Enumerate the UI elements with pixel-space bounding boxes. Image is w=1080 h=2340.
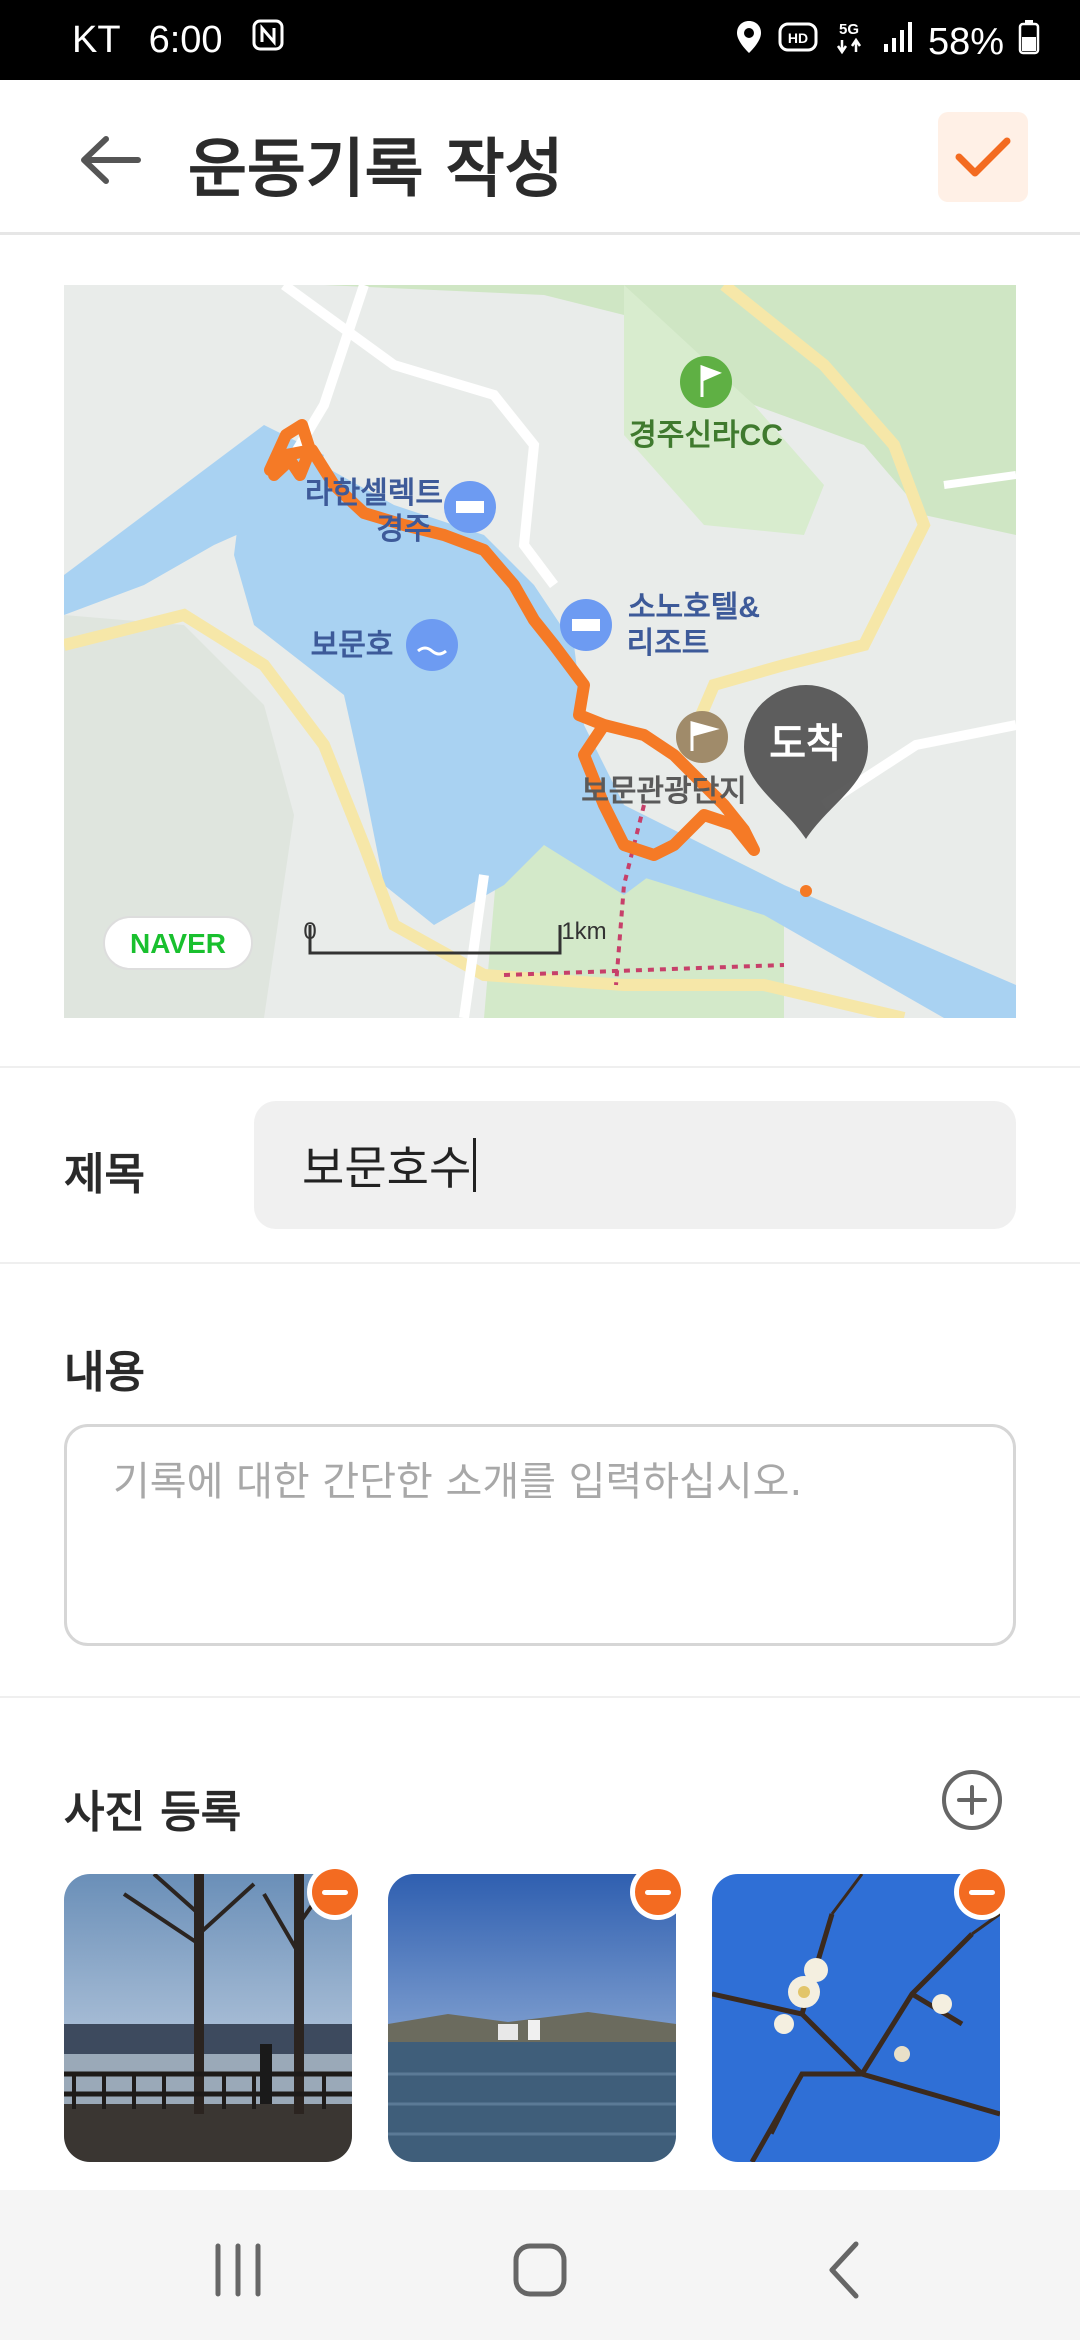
recent-apps-button[interactable] [178, 2230, 298, 2310]
nfc-icon [251, 18, 285, 62]
remove-photo-3-button[interactable] [954, 1864, 1010, 1920]
map-label-hotel2-line2: 리조트 [627, 627, 710, 660]
title-label: 제목 [64, 1149, 145, 1200]
divider [0, 1696, 1080, 1698]
check-icon [955, 137, 1011, 177]
clock: 6:00 [148, 18, 223, 61]
content-placeholder: 기록에 대한 간단한 소개를 입력하십시오. [113, 1459, 803, 1505]
route-map[interactable]: 경주신라CC 라한셀렉트 경주 소노호텔& 리조트 보문호 보문관광단지 도착 … [64, 285, 1016, 1018]
map-label-hotel2-line1: 소노호텔& [628, 591, 760, 624]
signal-icon [880, 20, 914, 64]
location-icon [734, 19, 764, 65]
scale-start: 0 [303, 918, 316, 945]
remove-photo-2-button[interactable] [630, 1864, 686, 1920]
map-label-hotel1-line2: 경주 [376, 513, 431, 546]
hd-icon: HD [778, 20, 818, 64]
content-textarea[interactable]: 기록에 대한 간단한 소개를 입력하십시오. [64, 1424, 1016, 1646]
recent-apps-icon [215, 2243, 261, 2297]
arrival-marker-label: 도착 [769, 722, 843, 766]
tourist-flag-icon [676, 711, 728, 763]
text-caret [473, 1138, 477, 1192]
back-button[interactable] [70, 120, 150, 200]
minus-circle-icon [959, 1869, 1005, 1915]
back-icon [829, 2241, 859, 2299]
battery-text: 58% [927, 20, 1004, 63]
minus-circle-icon [635, 1869, 681, 1915]
photo-plum-blossom[interactable] [712, 1874, 1000, 2162]
battery-icon [1018, 19, 1040, 65]
map-label-golf: 경주신라CC [629, 419, 783, 452]
5g-icon: 5G [832, 18, 866, 66]
title-input[interactable]: 보문호수 [254, 1101, 1016, 1229]
lake-icon [406, 619, 458, 671]
plus-circle-icon [957, 1785, 987, 1815]
map-label-tourist: 보문관광단지 [581, 775, 747, 808]
content-label: 내용 [64, 1347, 145, 1398]
minus-circle-icon [312, 1869, 358, 1915]
divider [0, 1066, 1080, 1068]
home-icon [513, 2243, 567, 2297]
divider [0, 1262, 1080, 1264]
page-title: 운동기록 작성 [188, 133, 564, 207]
scale-end: 1km [561, 918, 606, 945]
carrier-label: KT [72, 18, 121, 61]
photo-section-label: 사진 등록 [64, 1787, 242, 1838]
home-button[interactable] [480, 2230, 600, 2310]
photo-lake-view[interactable] [388, 1874, 676, 2162]
svg-text:5G: 5G [839, 21, 859, 38]
system-back-button[interactable] [784, 2230, 904, 2310]
add-photo-button[interactable] [942, 1770, 1002, 1830]
svg-text:HD: HD [788, 30, 808, 46]
naver-logo-text: NAVER [130, 928, 226, 959]
golf-icon [680, 356, 732, 408]
save-button[interactable] [938, 112, 1028, 202]
map-label-lake: 보문호 [311, 629, 394, 662]
app-header: 운동기록 작성 [0, 80, 1080, 235]
remove-photo-1-button[interactable] [307, 1864, 363, 1920]
back-arrow-icon [81, 136, 141, 184]
system-nav-bar [0, 2190, 1080, 2340]
status-bar: KT 6:00 HD 5G 58% [0, 0, 1080, 80]
map-label-hotel1-line1: 라한셀렉트 [305, 477, 443, 510]
photo-lakeside-trees[interactable] [64, 1874, 352, 2162]
title-input-value: 보문호수 [302, 1141, 472, 1195]
